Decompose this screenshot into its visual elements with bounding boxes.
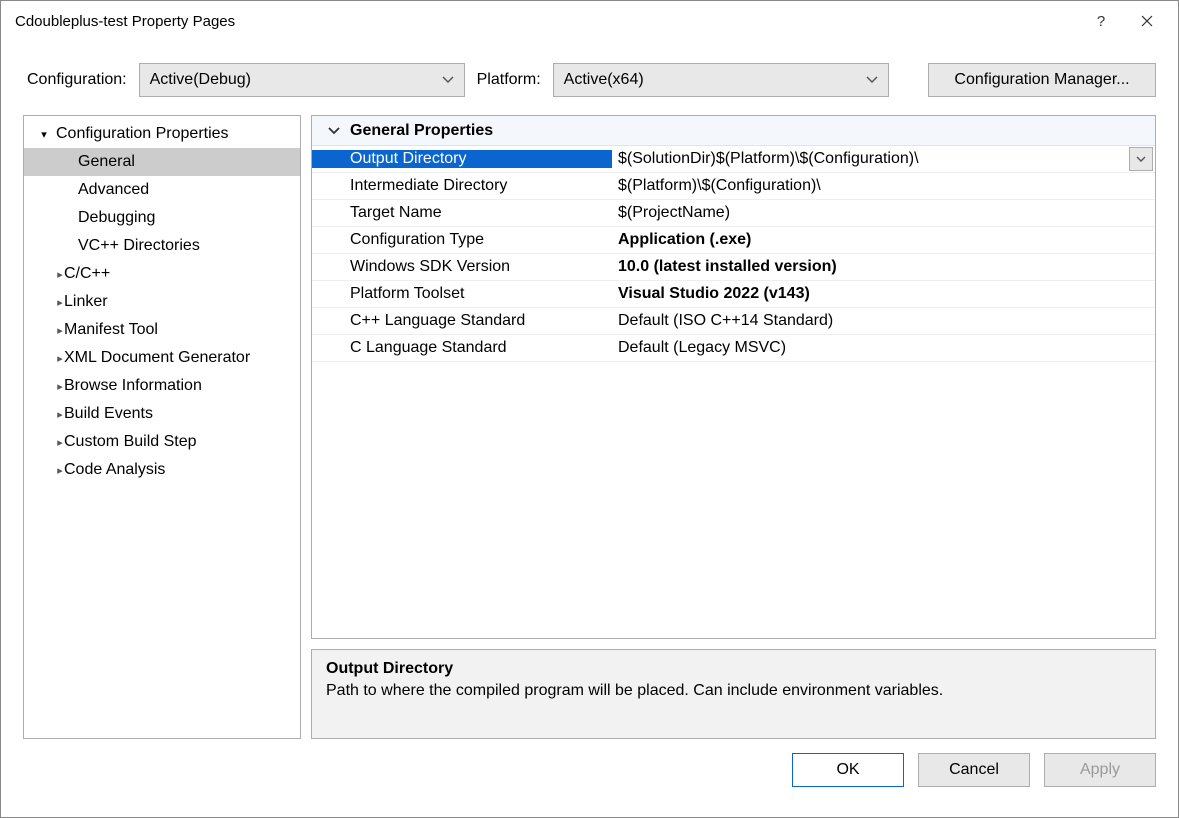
tree-item-label: Custom Build Step: [64, 433, 197, 451]
property-row[interactable]: C++ Language StandardDefault (ISO C++14 …: [312, 308, 1155, 335]
chevron-down-icon: [1136, 156, 1146, 163]
tree-item[interactable]: Debugging: [24, 204, 300, 232]
content-area: ▾ Configuration Properties General Advanc…: [1, 109, 1178, 739]
tree-item[interactable]: ▸ XML Document Generator: [24, 344, 300, 372]
chevron-down-icon: [866, 76, 878, 84]
configuration-manager-label: Configuration Manager...: [954, 71, 1129, 89]
description-title: Output Directory: [326, 660, 1141, 678]
property-grid: General Properties Output Directory$(Sol…: [311, 115, 1156, 639]
tree-item-label: Linker: [64, 293, 108, 311]
configuration-dropdown[interactable]: Active(Debug): [139, 63, 465, 97]
property-tree[interactable]: ▾ Configuration Properties General Advanc…: [23, 115, 301, 739]
cancel-button[interactable]: Cancel: [918, 753, 1030, 787]
property-row[interactable]: Windows SDK Version10.0 (latest installe…: [312, 254, 1155, 281]
property-name: C Language Standard: [312, 339, 612, 357]
help-button[interactable]: ?: [1078, 5, 1124, 37]
property-name: Windows SDK Version: [312, 258, 612, 276]
property-row[interactable]: Output Directory$(SolutionDir)$(Platform…: [312, 146, 1155, 173]
property-row[interactable]: Configuration TypeApplication (.exe): [312, 227, 1155, 254]
tree-item[interactable]: ▸ Custom Build Step: [24, 428, 300, 456]
caret-down-icon: ▾: [36, 128, 52, 141]
tree-item-label: Manifest Tool: [64, 321, 158, 339]
tree-item[interactable]: ▸ Browse Information: [24, 372, 300, 400]
platform-label: Platform:: [477, 71, 541, 89]
property-value[interactable]: Application (.exe): [612, 231, 1155, 249]
caret-right-icon: ▸: [36, 352, 60, 365]
tree-item[interactable]: ▸ C/C++: [24, 260, 300, 288]
ok-button[interactable]: OK: [792, 753, 904, 787]
platform-dropdown[interactable]: Active(x64): [553, 63, 889, 97]
tree-item-label: Browse Information: [64, 377, 202, 395]
property-value[interactable]: Default (ISO C++14 Standard): [612, 312, 1155, 330]
platform-value: Active(x64): [564, 71, 644, 89]
grid-section-title: General Properties: [350, 122, 493, 140]
tree-root-label: Configuration Properties: [56, 125, 229, 143]
property-name: Target Name: [312, 204, 612, 222]
close-button[interactable]: [1124, 5, 1170, 37]
caret-right-icon: ▸: [36, 436, 60, 449]
description-text: Path to where the compiled program will …: [326, 682, 1141, 700]
dialog-buttons: OK Cancel Apply: [1, 739, 1178, 787]
tree-item[interactable]: ▸ Manifest Tool: [24, 316, 300, 344]
property-value[interactable]: Default (Legacy MSVC): [612, 339, 1155, 357]
property-row[interactable]: Platform ToolsetVisual Studio 2022 (v143…: [312, 281, 1155, 308]
tree-item[interactable]: ▸ Linker: [24, 288, 300, 316]
property-value[interactable]: Visual Studio 2022 (v143): [612, 285, 1155, 303]
tree-root[interactable]: ▾ Configuration Properties: [24, 120, 300, 148]
caret-right-icon: ▸: [36, 324, 60, 337]
tree-item-label: General: [78, 153, 135, 171]
tree-item-label: Build Events: [64, 405, 153, 423]
property-row[interactable]: Target Name$(ProjectName): [312, 200, 1155, 227]
close-icon: [1141, 15, 1153, 27]
description-panel: Output Directory Path to where the compi…: [311, 649, 1156, 739]
tree-item-label: Debugging: [78, 209, 155, 227]
grid-section-header[interactable]: General Properties: [312, 116, 1155, 146]
tree-item-label: C/C++: [64, 265, 110, 283]
chevron-down-icon: [324, 127, 344, 135]
chevron-down-icon: [442, 76, 454, 84]
caret-right-icon: ▸: [36, 296, 60, 309]
caret-right-icon: ▸: [36, 464, 60, 477]
caret-right-icon: ▸: [36, 380, 60, 393]
property-name: Platform Toolset: [312, 285, 612, 303]
configuration-manager-button[interactable]: Configuration Manager...: [928, 63, 1156, 97]
titlebar: Cdoubleplus-test Property Pages ?: [1, 1, 1178, 41]
tree-item-label: Advanced: [78, 181, 149, 199]
property-name: C++ Language Standard: [312, 312, 612, 330]
tree-item-label: XML Document Generator: [64, 349, 250, 367]
tree-item[interactable]: Advanced: [24, 176, 300, 204]
configuration-value: Active(Debug): [150, 71, 251, 89]
caret-right-icon: ▸: [36, 408, 60, 421]
window-title: Cdoubleplus-test Property Pages: [15, 13, 1078, 30]
help-icon: ?: [1097, 13, 1105, 30]
property-row[interactable]: Intermediate Directory$(Platform)\$(Conf…: [312, 173, 1155, 200]
caret-right-icon: ▸: [36, 268, 60, 281]
right-pane: General Properties Output Directory$(Sol…: [311, 115, 1156, 739]
tree-item-label: Code Analysis: [64, 461, 165, 479]
value-dropdown-button[interactable]: [1129, 147, 1153, 171]
property-value[interactable]: $(ProjectName): [612, 204, 1155, 222]
tree-item[interactable]: VC++ Directories: [24, 232, 300, 260]
property-name: Configuration Type: [312, 231, 612, 249]
property-name: Intermediate Directory: [312, 177, 612, 195]
property-row[interactable]: C Language StandardDefault (Legacy MSVC): [312, 335, 1155, 362]
property-value[interactable]: $(Platform)\$(Configuration)\: [612, 177, 1155, 195]
config-label: Configuration:: [27, 71, 127, 89]
tree-item[interactable]: ▸ Code Analysis: [24, 456, 300, 484]
property-value[interactable]: $(SolutionDir)$(Platform)\$(Configuratio…: [612, 150, 1129, 168]
property-value[interactable]: 10.0 (latest installed version): [612, 258, 1155, 276]
tree-item[interactable]: ▸ Build Events: [24, 400, 300, 428]
tree-item[interactable]: General: [24, 148, 300, 176]
config-toolbar: Configuration: Active(Debug) Platform: A…: [1, 41, 1178, 109]
property-name: Output Directory: [312, 150, 612, 168]
tree-item-label: VC++ Directories: [78, 237, 200, 255]
apply-button: Apply: [1044, 753, 1156, 787]
